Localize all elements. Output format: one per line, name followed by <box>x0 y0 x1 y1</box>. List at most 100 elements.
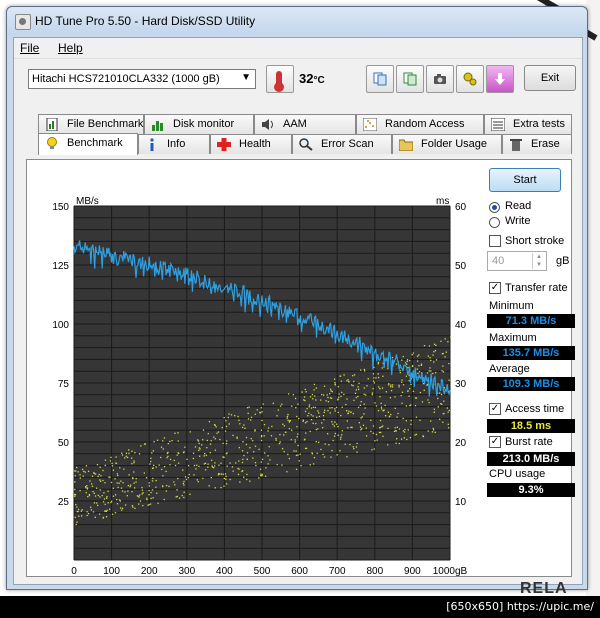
menu-file[interactable]: File <box>20 41 39 55</box>
access-time-point <box>334 421 336 423</box>
save-button[interactable] <box>486 65 514 93</box>
access-time-point <box>77 508 80 511</box>
copy-text-button[interactable] <box>366 65 394 93</box>
access-time-point <box>214 487 216 489</box>
access-time-point <box>429 357 431 359</box>
options-button[interactable] <box>456 65 484 93</box>
access-time-point <box>259 468 262 470</box>
access-time-point <box>214 438 217 440</box>
access-time-point <box>344 443 346 445</box>
access-time-point <box>222 456 224 458</box>
access-time-point <box>195 468 197 470</box>
access-time-point <box>162 440 164 442</box>
access-time-point <box>334 382 336 384</box>
access-time-point <box>375 377 377 379</box>
access-time-point <box>134 487 136 489</box>
maximum-label: Maximum <box>489 332 537 344</box>
access-time-point <box>176 454 178 456</box>
tab-erase[interactable]: Erase <box>502 134 572 154</box>
burst-rate-checkbox[interactable]: ✓ <box>489 436 501 448</box>
access-time-point <box>363 368 366 371</box>
access-time-point <box>358 422 360 424</box>
write-radio[interactable] <box>489 217 500 228</box>
x-tick-label: 100 <box>103 566 120 576</box>
access-time-point <box>143 443 146 445</box>
access-time-point <box>238 460 240 462</box>
access-time-point <box>173 481 175 483</box>
exit-button[interactable]: Exit <box>524 65 576 91</box>
tab-random-access[interactable]: Random Access <box>356 114 484 134</box>
access-time-point <box>374 440 376 442</box>
access-time-point <box>117 474 119 477</box>
tab-aam[interactable]: AAM <box>254 114 356 134</box>
access-time-point <box>122 482 124 484</box>
access-time-point <box>124 491 126 493</box>
access-time-point <box>89 480 91 482</box>
access-time-point <box>272 402 274 404</box>
screenshot-button[interactable] <box>426 65 454 93</box>
read-radio[interactable] <box>489 202 500 213</box>
access-time-point <box>356 451 358 453</box>
y-right-tick-label: 10 <box>455 497 467 508</box>
access-time-point <box>211 465 213 467</box>
access-time-point <box>226 465 228 467</box>
tab-extra-tests[interactable]: Extra tests <box>484 114 572 134</box>
access-time-point <box>258 477 260 479</box>
access-time-point <box>365 394 367 396</box>
access-time-point <box>384 415 387 417</box>
copy-image-button[interactable] <box>396 65 424 93</box>
access-time-point <box>74 475 76 477</box>
access-time-point <box>354 392 357 395</box>
tab-folder-usage[interactable]: Folder Usage <box>392 134 502 154</box>
access-time-point <box>443 400 445 402</box>
short-stroke-spinner[interactable]: 40 ▲ ▼ <box>487 251 547 271</box>
access-time-point <box>133 482 135 484</box>
access-time-point <box>152 450 155 452</box>
access-time-point <box>96 487 98 489</box>
access-time-point <box>198 465 200 468</box>
access-time-point <box>209 452 211 454</box>
access-time-point <box>329 388 332 390</box>
access-time-point <box>411 365 414 368</box>
short-stroke-unit: gB <box>556 255 570 267</box>
short-stroke-checkbox[interactable] <box>489 235 501 247</box>
access-time-point <box>340 436 342 438</box>
access-time-point <box>286 415 289 418</box>
transfer-rate-checkbox[interactable]: ✓ <box>489 282 501 294</box>
access-time-point <box>355 389 358 391</box>
tab-benchmark[interactable]: Benchmark <box>38 133 138 155</box>
spinner-arrows-icon[interactable]: ▲ ▼ <box>532 253 545 269</box>
access-time-point <box>320 448 322 451</box>
tab-error-scan[interactable]: Error Scan <box>292 134 392 154</box>
access-time-point <box>292 394 294 396</box>
tab-info[interactable]: Info <box>138 134 210 154</box>
access-time-point <box>187 464 190 467</box>
access-time-checkbox[interactable]: ✓ <box>489 403 501 415</box>
access-time-point <box>214 462 216 464</box>
tab-file-benchmark[interactable]: File Benchmark <box>38 114 144 134</box>
bar-chart-icon <box>152 121 163 131</box>
access-time-point <box>175 496 177 498</box>
access-time-point <box>176 489 178 491</box>
access-time-point <box>314 406 317 409</box>
access-time-point <box>197 481 199 483</box>
access-time-point <box>125 452 128 455</box>
title-bar[interactable]: HD Tune Pro 5.50 - Hard Disk/SSD Utility <box>7 7 587 35</box>
access-time-point <box>302 419 304 421</box>
tab-health[interactable]: Health <box>210 134 292 154</box>
access-time-point <box>339 450 341 452</box>
access-time-point <box>77 471 79 473</box>
menu-help[interactable]: Help <box>58 41 83 55</box>
tab-disk-monitor[interactable]: Disk monitor <box>144 114 254 134</box>
access-time-point <box>198 447 201 449</box>
access-time-point <box>390 384 392 386</box>
access-time-point <box>448 362 450 365</box>
access-time-point <box>86 511 88 513</box>
tab-label: Error Scan <box>321 138 374 150</box>
access-time-point <box>417 372 419 374</box>
start-button[interactable]: Start <box>489 168 561 192</box>
drive-select[interactable]: Hitachi HCS721010CLA332 (1000 gB) ▼ <box>28 69 256 89</box>
access-time-point <box>309 464 311 466</box>
access-time-point <box>426 384 428 387</box>
access-time-point <box>327 396 329 399</box>
